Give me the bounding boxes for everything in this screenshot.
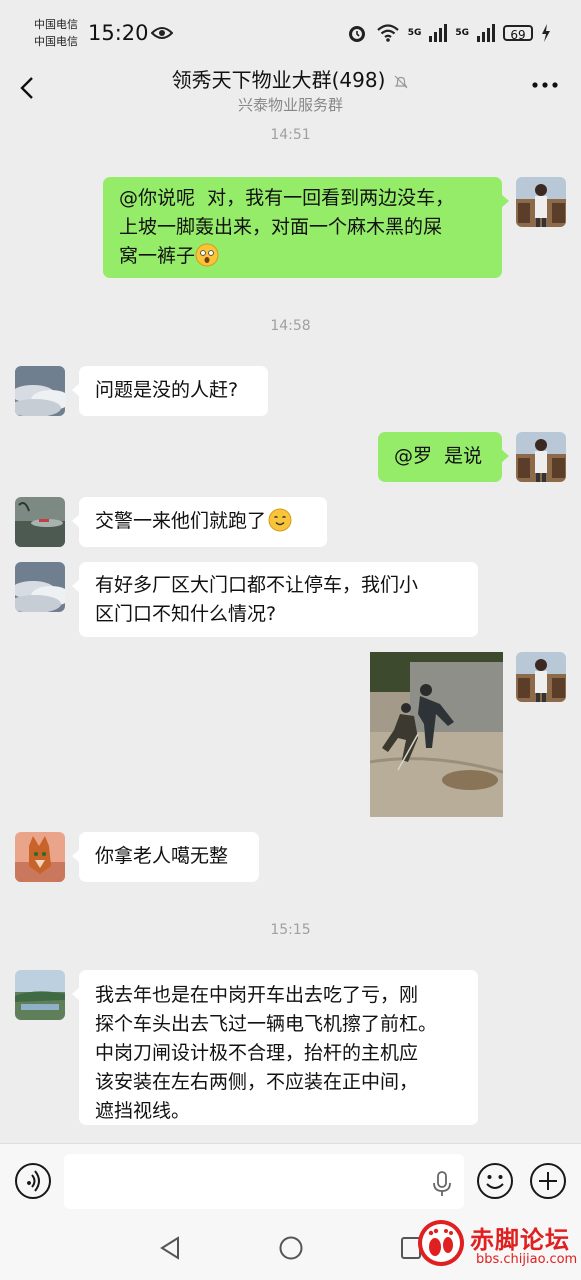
bubble-tail	[72, 514, 80, 528]
avatar-member-1[interactable]	[15, 562, 65, 612]
network-type-1: 5G	[407, 28, 422, 38]
avatar-member-4-image	[15, 970, 65, 1020]
message-text: @罗 是说	[394, 445, 483, 467]
shocked-emoji-icon	[195, 243, 219, 267]
avatar-self[interactable]	[516, 652, 566, 702]
voice-icon[interactable]	[14, 1162, 52, 1200]
message-text: 我去年也是在中岗开车出去吃了亏，刚 探个车头出去飞过一辆电飞机擦了前杠。 中岗刀…	[95, 984, 438, 1122]
bubble-tail	[501, 449, 509, 463]
mute-bell-icon	[394, 75, 408, 88]
avatar-self-image	[516, 652, 566, 702]
avatar-self-image	[516, 177, 566, 227]
battery-indicator: 69	[503, 25, 533, 42]
avatar-member-1-image	[15, 366, 65, 416]
watermark-logo	[418, 1220, 464, 1266]
message-text: 交警一来他们就跑了	[95, 510, 267, 532]
chat-header: 领秀天下物业大群(498) 兴泰物业服务群	[0, 54, 581, 120]
avatar-member-1[interactable]	[15, 366, 65, 416]
charging-icon	[542, 24, 550, 42]
status-icons: 5G 5G 69	[346, 20, 551, 46]
avatar-self-image	[516, 432, 566, 482]
chat-title-text: 领秀天下物业大群(498)	[171, 68, 386, 92]
avatar-member-3-image	[15, 832, 65, 882]
image-message-picture	[370, 652, 503, 817]
bubble-tail	[72, 849, 80, 863]
watermark-url: bbs.chijiao.com	[476, 1252, 578, 1267]
avatar-member-2-image	[15, 497, 65, 547]
message-bubble-other[interactable]: 你拿老人噶无整	[72, 832, 259, 882]
message-text: 有好多厂区大门口都不让停车，我们小 区门口不知什么情况?	[95, 574, 419, 625]
wifi-icon	[376, 24, 399, 42]
eye-icon	[151, 27, 173, 39]
carrier-label-2: 中国电信	[34, 35, 78, 48]
nav-back-icon[interactable]	[158, 1235, 182, 1261]
bubble-tail	[72, 579, 80, 593]
bubble-tail	[72, 987, 80, 1001]
network-type-2: 5G	[455, 28, 469, 38]
chat-subtitle: 兴泰物业服务群	[237, 96, 343, 114]
avatar-member-3[interactable]	[15, 832, 65, 882]
message-input[interactable]	[64, 1154, 464, 1209]
clock: 15:20	[88, 21, 149, 45]
signal-icon-1	[429, 24, 448, 42]
bubble-tail	[72, 383, 80, 397]
avatar-member-2[interactable]	[15, 497, 65, 547]
message-bubble-self[interactable]: @你说呢 对，我有一回看到两边没车， 上坡一脚轰出来，对面一个麻木黑的屎 窝一裤…	[103, 177, 509, 278]
signal-icon-2	[477, 24, 495, 42]
more-icon[interactable]	[531, 80, 559, 90]
message-text: 问题是没的人赶?	[95, 379, 239, 401]
chat-title: 领秀天下物业大群(498)	[0, 64, 581, 93]
emoji-icon[interactable]	[476, 1162, 514, 1200]
avatar-member-4[interactable]	[15, 970, 65, 1020]
image-message[interactable]	[370, 652, 503, 817]
input-bar	[0, 1143, 581, 1222]
avatar-self[interactable]	[516, 177, 566, 227]
message-text: 你拿老人噶无整	[95, 845, 229, 867]
smile-emoji-icon	[268, 508, 292, 532]
plus-icon[interactable]	[529, 1162, 567, 1200]
message-bubble-other[interactable]: 问题是没的人赶?	[72, 366, 268, 416]
message-bubble-other[interactable]: 交警一来他们就跑了	[72, 497, 327, 547]
timestamp: 14:58	[270, 318, 311, 334]
avatar-member-1-image	[15, 562, 65, 612]
avatar-self[interactable]	[516, 432, 566, 482]
message-bubble-other[interactable]: 我去年也是在中岗开车出去吃了亏，刚 探个车头出去飞过一辆电飞机擦了前杠。 中岗刀…	[72, 970, 478, 1125]
timestamp: 15:15	[270, 922, 311, 938]
microphone-icon[interactable]	[432, 1170, 452, 1198]
nav-home-icon[interactable]	[278, 1235, 304, 1261]
message-bubble-other[interactable]: 有好多厂区大门口都不让停车，我们小 区门口不知什么情况?	[72, 562, 478, 637]
message-text: @你说呢 对，我有一回看到两边没车， 上坡一脚轰出来，对面一个麻木黑的屎 窝一裤…	[119, 187, 455, 267]
timestamp: 14:51	[270, 127, 311, 143]
bubble-tail	[501, 194, 509, 208]
carrier-label-1: 中国电信	[34, 18, 78, 31]
watermark-text: 赤脚论坛	[470, 1225, 570, 1254]
message-bubble-self[interactable]: @罗 是说	[378, 432, 509, 482]
alarm-icon	[348, 26, 365, 42]
